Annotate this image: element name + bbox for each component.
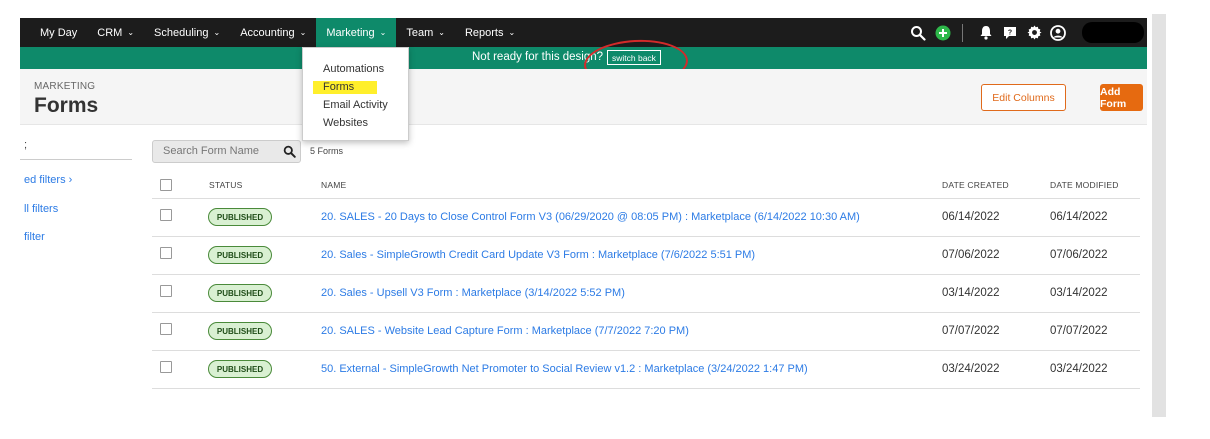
chevron-down-icon: ⌄	[299, 28, 307, 37]
table-row: PUBLISHED 50. External - SimpleGrowth Ne…	[152, 351, 1140, 389]
search-icon[interactable]	[908, 25, 928, 41]
date-modified: 07/07/2022	[1050, 325, 1108, 337]
date-created: 07/06/2022	[942, 249, 1000, 261]
status-badge: PUBLISHED	[208, 208, 272, 226]
date-created: 03/14/2022	[942, 287, 1000, 299]
menu-item-automations[interactable]: Automations	[323, 63, 384, 75]
date-created: 07/07/2022	[942, 325, 1000, 337]
row-checkbox[interactable]	[160, 323, 172, 335]
filter-panel-heading: ;	[24, 139, 28, 151]
nav-actions: ?	[908, 18, 1069, 47]
row-checkbox[interactable]	[160, 361, 172, 373]
form-count: 5 Forms	[310, 146, 344, 156]
table-row: PUBLISHED 20. SALES - Website Lead Captu…	[152, 313, 1140, 351]
nav-accounting[interactable]: Accounting ⌄	[230, 18, 316, 47]
marketing-menu: Automations Forms Email Activity Website…	[302, 47, 409, 141]
form-name-link[interactable]: 50. External - SimpleGrowth Net Promoter…	[321, 363, 808, 375]
chevron-down-icon: ⌄	[379, 28, 387, 37]
chevron-down-icon: ⌄	[127, 28, 135, 37]
nav-divider	[962, 23, 963, 42]
date-modified: 03/14/2022	[1050, 287, 1108, 299]
row-checkbox[interactable]	[160, 285, 172, 297]
page-title: Forms	[34, 94, 99, 117]
date-created: 06/14/2022	[942, 211, 1000, 223]
advanced-filters-link[interactable]: ed filters ›	[24, 174, 72, 186]
form-name-link[interactable]: 20. SALES - Website Lead Capture Form : …	[321, 325, 689, 337]
date-modified: 07/06/2022	[1050, 249, 1108, 261]
nav-scheduling[interactable]: Scheduling ⌄	[144, 18, 230, 47]
edit-columns-button[interactable]: Edit Columns	[981, 84, 1066, 111]
redacted-username	[1082, 22, 1144, 43]
date-modified: 06/14/2022	[1050, 211, 1108, 223]
chevron-down-icon: ⌄	[508, 28, 516, 37]
filter-link[interactable]: filter	[24, 231, 45, 243]
divider	[20, 159, 132, 160]
status-badge: PUBLISHED	[208, 284, 272, 302]
design-banner: Not ready for this design? switch back	[20, 47, 1147, 69]
date-modified: 03/24/2022	[1050, 363, 1108, 375]
status-badge: PUBLISHED	[208, 322, 272, 340]
help-icon[interactable]: ?	[999, 26, 1021, 40]
forms-table: STATUS NAME DATE CREATED DATE MODIFIED P…	[152, 170, 1140, 389]
status-badge: PUBLISHED	[208, 246, 272, 264]
column-date-created[interactable]: DATE CREATED	[942, 180, 1009, 190]
chevron-down-icon: ⌄	[213, 28, 221, 37]
search-box	[152, 140, 301, 163]
all-filters-link[interactable]: ll filters	[24, 203, 58, 215]
table-header: STATUS NAME DATE CREATED DATE MODIFIED	[152, 170, 1140, 199]
status-badge: PUBLISHED	[208, 360, 272, 378]
menu-item-forms[interactable]: Forms	[323, 81, 354, 93]
add-form-button[interactable]: Add Form	[1100, 84, 1143, 111]
search-icon[interactable]	[283, 145, 296, 163]
menu-item-websites[interactable]: Websites	[323, 117, 368, 129]
nav-reports[interactable]: Reports ⌄	[455, 18, 525, 47]
select-all-checkbox[interactable]	[160, 179, 172, 191]
form-name-link[interactable]: 20. Sales - Upsell V3 Form : Marketplace…	[321, 287, 625, 299]
row-checkbox[interactable]	[160, 209, 172, 221]
form-name-link[interactable]: 20. SALES - 20 Days to Close Control For…	[321, 211, 860, 223]
nav-marketing[interactable]: Marketing ⌄	[316, 18, 397, 47]
table-row: PUBLISHED 20. Sales - SimpleGrowth Credi…	[152, 237, 1140, 275]
top-nav: My Day CRM ⌄ Scheduling ⌄ Accounting ⌄ Mark…	[20, 18, 1147, 47]
vertical-scrollbar[interactable]	[1152, 14, 1166, 417]
search-input[interactable]	[163, 145, 273, 157]
user-icon[interactable]	[1047, 24, 1069, 41]
nav-my-day[interactable]: My Day	[20, 18, 87, 47]
row-checkbox[interactable]	[160, 247, 172, 259]
nav-team[interactable]: Team ⌄	[396, 18, 455, 47]
gear-icon[interactable]	[1023, 25, 1045, 40]
column-date-modified[interactable]: DATE MODIFIED	[1050, 180, 1119, 190]
nav-crm[interactable]: CRM ⌄	[87, 18, 144, 47]
breadcrumb: MARKETING	[34, 81, 96, 92]
column-name[interactable]: NAME	[321, 180, 346, 190]
chevron-down-icon: ⌄	[438, 28, 445, 37]
page-header: MARKETING Forms Edit Columns Add Form	[20, 69, 1147, 125]
banner-text: Not ready for this design?	[472, 51, 604, 63]
column-status[interactable]: STATUS	[209, 180, 242, 190]
form-name-link[interactable]: 20. Sales - SimpleGrowth Credit Card Upd…	[321, 249, 755, 261]
menu-item-email-activity[interactable]: Email Activity	[323, 99, 388, 111]
table-row: PUBLISHED 20. SALES - 20 Days to Close C…	[152, 199, 1140, 237]
bell-icon[interactable]	[975, 25, 997, 40]
date-created: 03/24/2022	[942, 363, 1000, 375]
add-icon[interactable]	[932, 25, 954, 41]
switch-back-button[interactable]: switch back	[607, 50, 661, 65]
table-row: PUBLISHED 20. Sales - Upsell V3 Form : M…	[152, 275, 1140, 313]
svg-text:?: ?	[1008, 29, 1012, 36]
